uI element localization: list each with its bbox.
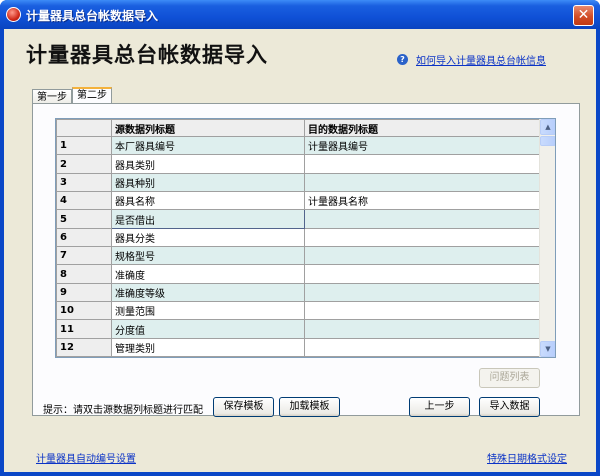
table-row: 1 本厂器具编号 计量器具编号 [56,135,541,156]
row-number: 5 [56,209,112,229]
date-format-settings-link[interactable]: 特殊日期格式设定 [487,450,567,465]
row-number: 4 [56,191,112,211]
target-cell[interactable] [304,301,541,321]
row-number: 2 [56,154,112,174]
table-header-row: 源数据列标题 目的数据列标题 [56,119,541,137]
target-cell[interactable] [304,337,541,357]
row-number: 1 [56,135,112,156]
save-template-button[interactable]: 保存模板 [213,397,274,417]
row-number-header [56,119,112,137]
table-row: 6 器具分类 [56,227,541,248]
table-row: 7 规格型号 [56,246,541,266]
row-number: 10 [56,301,112,321]
help-link-label[interactable]: 如何导入计量器具总台帐信息 [416,52,546,67]
target-cell[interactable] [304,282,541,303]
table-row: 4 器具名称 计量器具名称 [56,191,541,211]
auto-numbering-settings-link[interactable]: 计量器具自动编号设置 [36,450,136,465]
source-cell-selected[interactable]: 是否借出 [111,209,305,229]
row-number: 6 [56,227,112,248]
target-cell[interactable] [304,319,541,339]
help-icon: ? [397,54,408,65]
table-row: 9 准确度等级 [56,282,541,303]
source-cell[interactable]: 本厂器具编号 [111,135,305,156]
issue-list-button[interactable]: 问题列表 [479,368,540,388]
tab-panel-step-2: 源数据列标题 目的数据列标题 1 本厂器具编号 计量器具编号 2 器具类别 3 … [32,103,580,417]
close-button[interactable]: ✕ [573,5,594,26]
window-title: 计量器具总台帐数据导入 [26,9,159,23]
table-row: 10 测量范围 [56,301,541,321]
source-cell[interactable]: 器具分类 [111,227,305,248]
table-row: 2 器具类别 [56,154,541,174]
dialog-client-area: 计量器具总台帐数据导入 ? 如何导入计量器具总台帐信息 第一步 第二步 源数据列… [4,29,596,472]
source-cell[interactable]: 准确度等级 [111,282,305,303]
target-column-header[interactable]: 目的数据列标题 [304,119,541,137]
source-cell[interactable]: 规格型号 [111,246,305,266]
app-icon [6,7,21,22]
target-cell[interactable] [304,172,541,193]
target-cell[interactable] [304,227,541,248]
target-cell[interactable]: 计量器具名称 [304,191,541,211]
column-mapping-grid: 源数据列标题 目的数据列标题 1 本厂器具编号 计量器具编号 2 器具类别 3 … [55,118,556,358]
row-number: 3 [56,172,112,193]
table-row: 11 分度值 [56,319,541,339]
table-row: 5 是否借出 [56,209,541,229]
import-dialog-window: 计量器具总台帐数据导入 ✕ 计量器具总台帐数据导入 ? 如何导入计量器具总台帐信… [0,0,600,476]
hint-text: 提示：请双击源数据列标题进行匹配 [43,405,203,416]
scroll-up-button[interactable]: ▲ [540,119,555,135]
scroll-down-button[interactable]: ▼ [540,341,555,357]
load-template-button[interactable]: 加载模板 [279,397,340,417]
row-number: 7 [56,246,112,266]
source-cell[interactable]: 器具类别 [111,154,305,174]
table-row: 3 器具种别 [56,172,541,193]
target-cell[interactable]: 计量器具编号 [304,135,541,156]
target-cell[interactable] [304,154,541,174]
mapping-table: 源数据列标题 目的数据列标题 1 本厂器具编号 计量器具编号 2 器具类别 3 … [56,119,541,357]
source-column-header[interactable]: 源数据列标题 [111,119,305,137]
table-row: 8 准确度 [56,264,541,284]
target-cell[interactable] [304,264,541,284]
source-cell[interactable]: 器具种别 [111,172,305,193]
title-bar[interactable]: 计量器具总台帐数据导入 ✕ [0,0,600,29]
scrollbar-thumb[interactable] [540,136,555,146]
source-cell[interactable]: 准确度 [111,264,305,284]
row-number: 9 [56,282,112,303]
row-number: 11 [56,319,112,339]
target-cell[interactable] [304,246,541,266]
row-number: 8 [56,264,112,284]
row-number: 12 [56,337,112,357]
table-row: 12 管理类别 [56,337,541,357]
vertical-scrollbar[interactable]: ▲ ▼ [539,119,555,357]
source-cell[interactable]: 测量范围 [111,301,305,321]
page-title: 计量器具总台帐数据导入 [26,43,268,67]
import-data-button[interactable]: 导入数据 [479,397,540,417]
source-cell[interactable]: 分度值 [111,319,305,339]
source-cell[interactable]: 管理类别 [111,337,305,357]
source-cell[interactable]: 器具名称 [111,191,305,211]
target-cell[interactable] [304,209,541,229]
prev-step-button[interactable]: 上一步 [409,397,470,417]
help-link[interactable]: ? 如何导入计量器具总台帐信息 [397,52,546,67]
